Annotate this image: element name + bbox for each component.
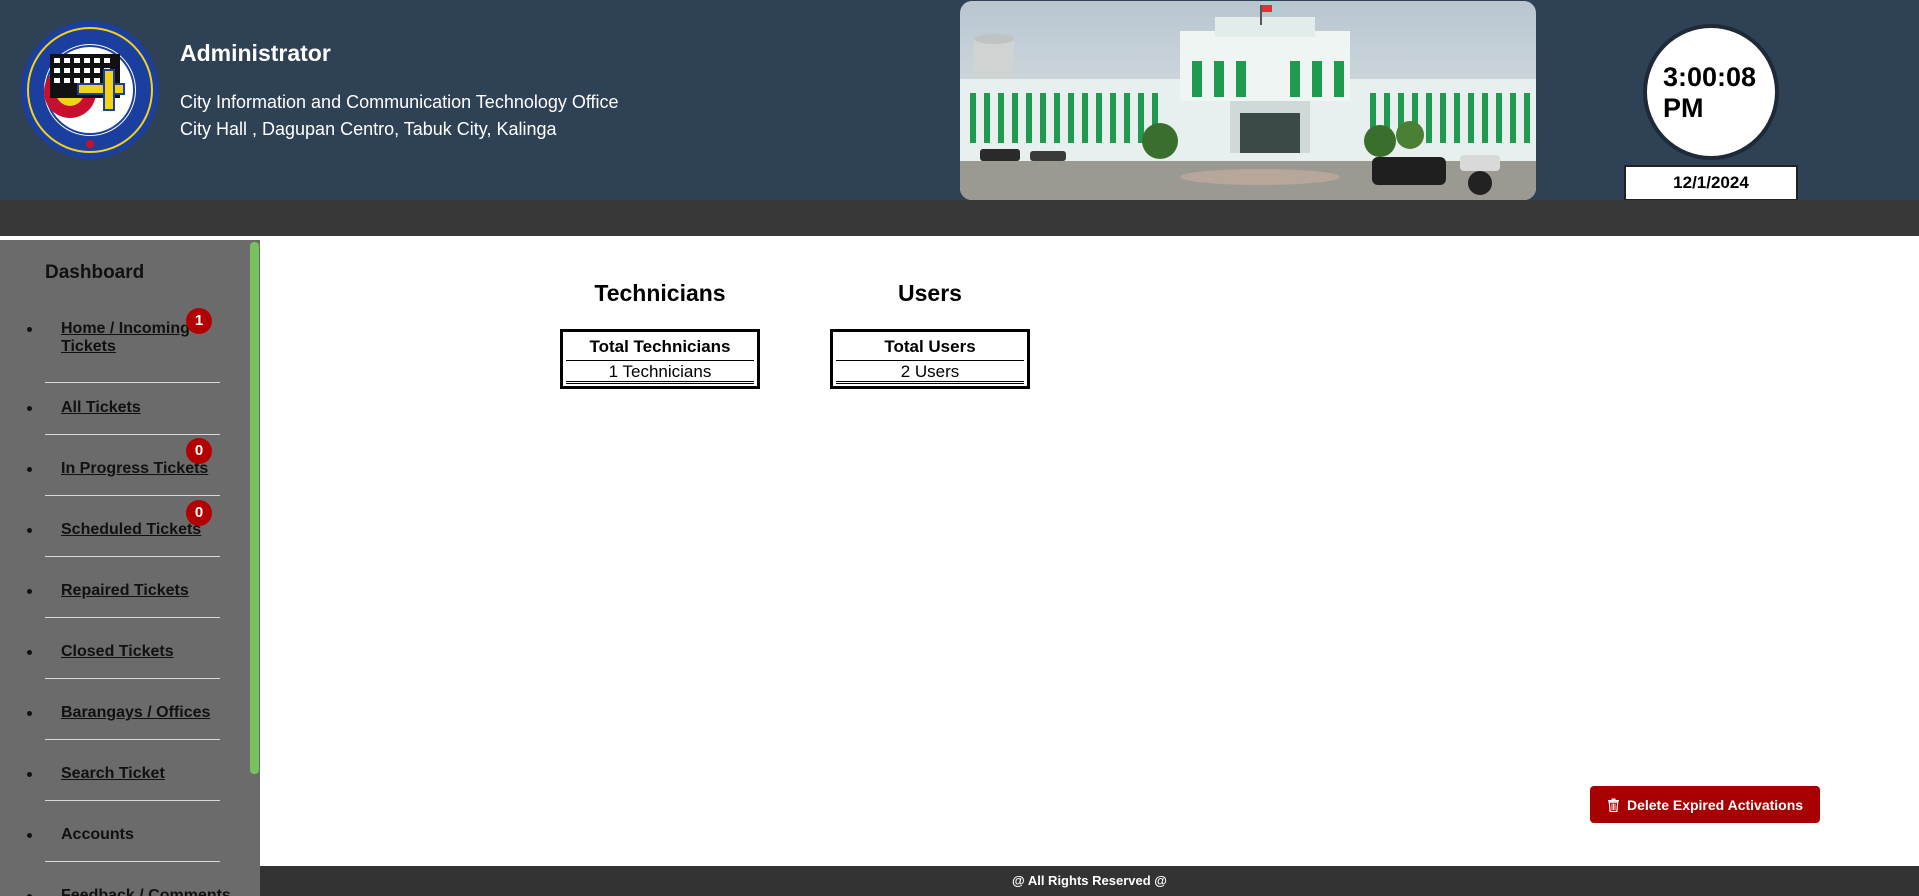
clock-ampm: PM bbox=[1663, 93, 1704, 123]
sidebar-item-search: Search Ticket bbox=[27, 765, 220, 801]
sidebar-title: Dashboard bbox=[45, 262, 145, 283]
sidebar-item-all-tickets: All Tickets bbox=[27, 399, 220, 435]
incoming-count-badge: 1 bbox=[186, 308, 212, 334]
technicians-heading: Technicians bbox=[594, 280, 726, 306]
sidebar-item-feedback: Feedback / Comments bbox=[27, 887, 231, 896]
role-title: Administrator bbox=[180, 40, 331, 66]
users-heading: Users bbox=[898, 280, 962, 306]
bullet-icon bbox=[27, 833, 32, 838]
site-header: Administrator City Information and Commu… bbox=[0, 0, 1919, 201]
nav-bar bbox=[0, 200, 1919, 236]
footer: @ All Rights Reserved @ bbox=[260, 866, 1919, 896]
delete-button-label: Delete Expired Activations bbox=[1626, 796, 1804, 813]
sidebar-link-feedback[interactable]: Feedback / Comments bbox=[61, 887, 231, 896]
trash-icon bbox=[1607, 798, 1619, 812]
seal-icon bbox=[21, 21, 159, 159]
bullet-icon bbox=[27, 711, 32, 716]
in-progress-count-badge: 0 bbox=[186, 438, 212, 464]
bullet-icon bbox=[27, 327, 32, 332]
sidebar-link-accounts[interactable]: Accounts bbox=[61, 826, 220, 844]
date-display: 12/1/2024 bbox=[1624, 165, 1798, 201]
sidebar-link-all-tickets[interactable]: All Tickets bbox=[61, 399, 220, 417]
users-table: Total Users 2 Users bbox=[830, 329, 1030, 389]
sidebar-link-home[interactable]: Home / Incoming Tickets bbox=[61, 320, 201, 356]
clock-display: 3:00:08 PM bbox=[1643, 24, 1779, 160]
sidebar-item-repaired: Repaired Tickets bbox=[27, 582, 220, 618]
bullet-icon bbox=[27, 467, 32, 472]
bullet-icon bbox=[27, 528, 32, 533]
sidebar-item-accounts: Accounts bbox=[27, 826, 220, 862]
sidebar-item-closed: Closed Tickets bbox=[27, 643, 220, 679]
sidebar: Dashboard Home / Incoming Tickets All Ti… bbox=[0, 240, 260, 896]
delete-expired-activations-button[interactable]: Delete Expired Activations bbox=[1590, 786, 1820, 823]
office-name: City Information and Communication Techn… bbox=[180, 92, 619, 112]
bullet-icon bbox=[27, 406, 32, 411]
technicians-table: Total Technicians 1 Technicians bbox=[560, 329, 760, 389]
city-hall-photo bbox=[960, 1, 1536, 200]
sidebar-scrollbar[interactable] bbox=[250, 242, 259, 774]
bullet-icon bbox=[27, 772, 32, 777]
clock-time: 3:00:08 bbox=[1663, 62, 1757, 92]
users-table-header: Total Users bbox=[884, 337, 976, 356]
sidebar-item-barangays: Barangays / Offices bbox=[27, 704, 220, 740]
office-address: City Hall , Dagupan Centro, Tabuk City, … bbox=[180, 119, 557, 139]
users-count: 2 Users bbox=[900, 362, 960, 381]
table-divider bbox=[836, 381, 1024, 384]
sidebar-link-closed[interactable]: Closed Tickets bbox=[61, 643, 220, 661]
table-divider bbox=[566, 381, 754, 384]
sidebar-item-in-progress: In Progress Tickets bbox=[27, 460, 220, 496]
technicians-count: 1 Technicians bbox=[608, 362, 712, 381]
sidebar-link-search[interactable]: Search Ticket bbox=[61, 765, 220, 783]
sidebar-link-barangays[interactable]: Barangays / Offices bbox=[61, 704, 220, 722]
sidebar-item-scheduled: Scheduled Tickets bbox=[27, 521, 220, 557]
bullet-icon bbox=[27, 589, 32, 594]
sidebar-link-repaired[interactable]: Repaired Tickets bbox=[61, 582, 220, 600]
technicians-table-header: Total Technicians bbox=[589, 337, 731, 356]
bullet-icon bbox=[27, 650, 32, 655]
scheduled-count-badge: 0 bbox=[186, 500, 212, 526]
